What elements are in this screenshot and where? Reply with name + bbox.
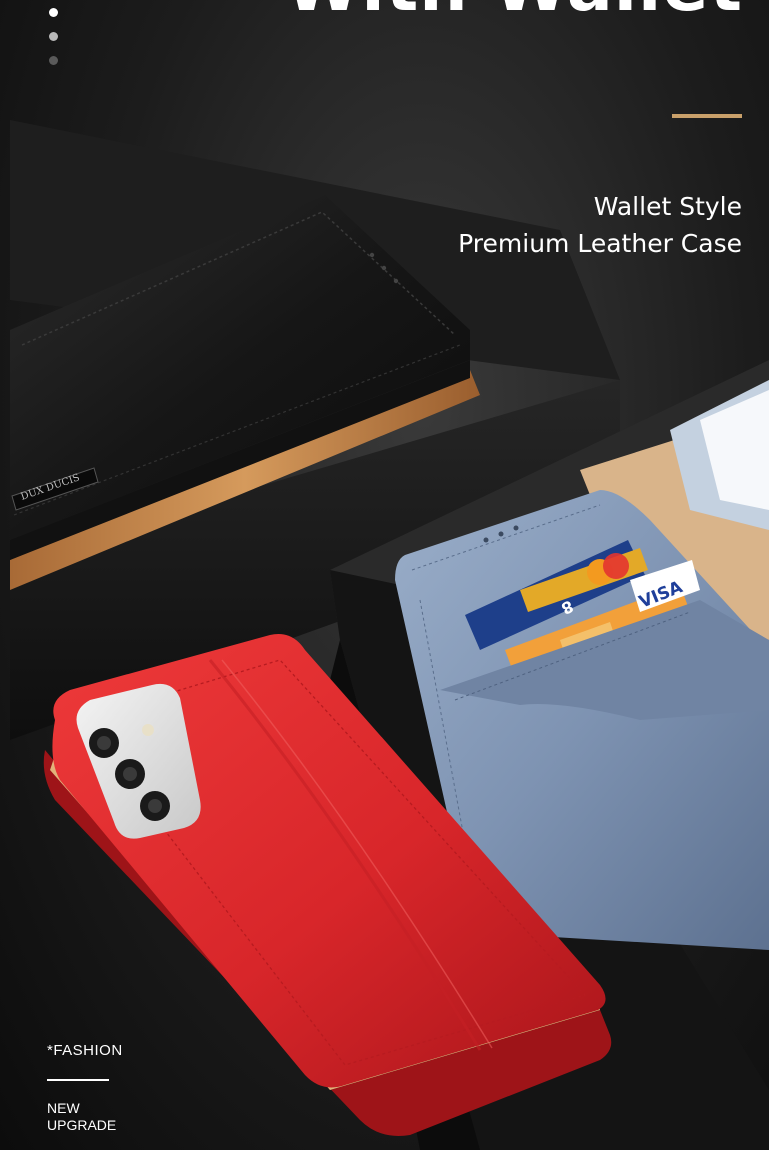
- subtitle: Wallet Style Premium Leather Case: [458, 188, 742, 262]
- product-scene: DUX DUCIS 8 VISA: [10, 120, 769, 1150]
- accent-rule: [672, 114, 742, 118]
- tag-new: NEW: [47, 1100, 80, 1116]
- page-headline: With Wallet: [285, 0, 743, 22]
- carousel-dot-1[interactable]: [49, 8, 58, 17]
- subtitle-line-2: Premium Leather Case: [458, 229, 742, 258]
- tag-divider: [47, 1079, 109, 1081]
- carousel-dot-3[interactable]: [49, 56, 58, 65]
- tag-block: *FASHION NEW UPGRADE: [47, 1042, 123, 1134]
- tag-upgrade: UPGRADE: [47, 1117, 117, 1133]
- tag-fashion: *FASHION: [47, 1042, 123, 1059]
- product-banner: DUX DUCIS 8 VISA Wallet Style Premium Le…: [0, 0, 769, 1150]
- carousel-dot-2[interactable]: [49, 32, 58, 41]
- carousel-dots: [49, 8, 61, 80]
- subtitle-line-1: Wallet Style: [593, 192, 742, 221]
